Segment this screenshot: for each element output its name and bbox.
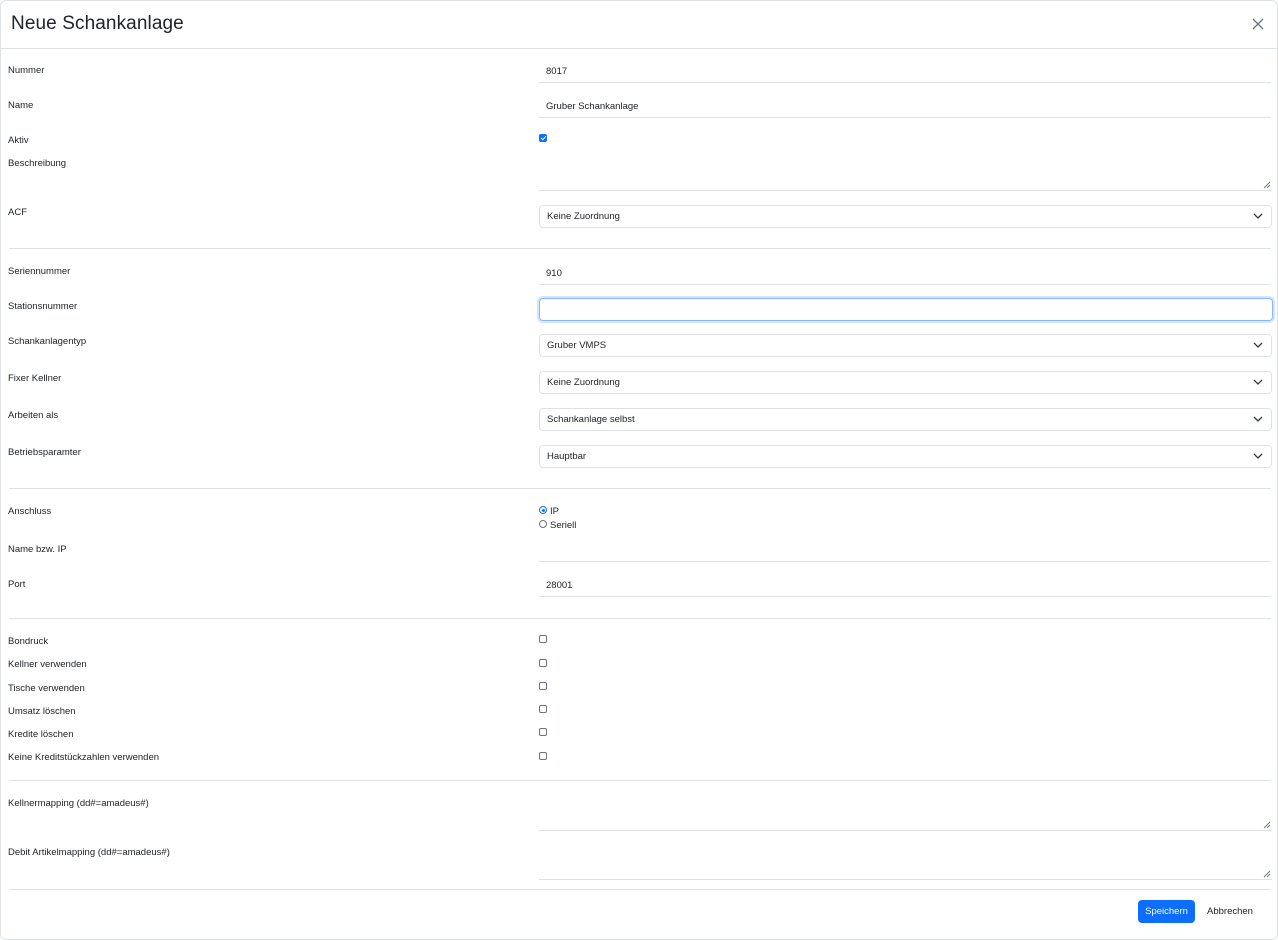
port-label: Port bbox=[8, 579, 26, 590]
bondruck-checkbox[interactable] bbox=[539, 635, 547, 643]
betriebsparamter-select-value: Hauptbar bbox=[547, 451, 587, 462]
tische-verwenden-checkbox[interactable] bbox=[539, 682, 547, 690]
acf-select-value: Keine Zuordnung bbox=[547, 211, 620, 222]
resize-grip-icon[interactable] bbox=[1262, 820, 1271, 829]
section-divider bbox=[9, 618, 1271, 619]
kellnermapping-textarea[interactable] bbox=[539, 797, 1272, 831]
schankanlagentyp-select[interactable]: Gruber VMPS bbox=[539, 334, 1272, 357]
betriebsparamter-select[interactable]: Hauptbar bbox=[539, 445, 1272, 468]
name-ip-label: Name bzw. IP bbox=[8, 544, 67, 555]
arbeiten-als-select-value: Schankanlage selbst bbox=[547, 414, 635, 425]
arbeiten-als-label: Arbeiten als bbox=[8, 410, 59, 421]
fixer-kellner-label: Fixer Kellner bbox=[8, 373, 62, 384]
kellner-verwenden-label: Kellner verwenden bbox=[8, 659, 87, 670]
acf-select[interactable]: Keine Zuordnung bbox=[539, 205, 1272, 228]
section-divider bbox=[9, 780, 1271, 781]
schankanlagentyp-label: Schankanlagentyp bbox=[8, 336, 87, 347]
anschluss-ip-label[interactable]: IP bbox=[550, 506, 559, 517]
dialog-header: Neue Schankanlage bbox=[1, 1, 1277, 49]
dialog-title: Neue Schankanlage bbox=[11, 13, 184, 34]
arbeiten-als-select[interactable]: Schankanlage selbst bbox=[539, 408, 1272, 431]
chevron-down-icon bbox=[1253, 416, 1263, 422]
keine-kreditstueckzahlen-label: Keine Kreditstückzahlen verwenden bbox=[8, 752, 160, 763]
chevron-down-icon bbox=[1253, 379, 1263, 385]
anschluss-label: Anschluss bbox=[8, 506, 52, 517]
seriennummer-input[interactable]: 910 bbox=[539, 262, 1271, 285]
cancel-button[interactable]: Abbrechen bbox=[1201, 900, 1259, 923]
chevron-down-icon bbox=[1253, 342, 1263, 348]
kredite-loeschen-label: Kredite löschen bbox=[8, 729, 74, 740]
save-button[interactable]: Speichern bbox=[1138, 900, 1195, 923]
tische-verwenden-label: Tische verwenden bbox=[8, 683, 85, 694]
acf-label: ACF bbox=[8, 207, 27, 218]
section-divider bbox=[9, 488, 1271, 489]
kredite-loeschen-checkbox[interactable] bbox=[539, 728, 547, 736]
anschluss-seriell-radio[interactable] bbox=[539, 520, 547, 528]
stationsnummer-label: Stationsnummer bbox=[8, 301, 78, 312]
name-input[interactable]: Gruber Schankanlage bbox=[539, 95, 1271, 118]
keine-kreditstueckzahlen-checkbox[interactable] bbox=[539, 752, 547, 760]
port-input[interactable]: 28001 bbox=[539, 574, 1271, 597]
aktiv-label: Aktiv bbox=[8, 135, 29, 146]
resize-grip-icon[interactable] bbox=[1262, 180, 1271, 189]
anschluss-ip-radio[interactable] bbox=[539, 506, 547, 514]
kellnermapping-label: Kellnermapping (dd#=amadeus#) bbox=[8, 798, 149, 809]
name-label: Name bbox=[8, 100, 34, 111]
beschreibung-textarea[interactable] bbox=[539, 157, 1272, 191]
new-tap-system-dialog: Neue Schankanlage Nummer 8017 Name Grube… bbox=[0, 0, 1278, 940]
debit-artikelmapping-textarea[interactable] bbox=[539, 846, 1272, 880]
debit-artikelmapping-label: Debit Artikelmapping (dd#=amadeus#) bbox=[8, 847, 170, 858]
stationsnummer-input[interactable] bbox=[539, 298, 1273, 321]
resize-grip-icon[interactable] bbox=[1262, 869, 1271, 878]
bondruck-label: Bondruck bbox=[8, 636, 49, 647]
nummer-input[interactable]: 8017 bbox=[539, 60, 1271, 83]
umsatz-loeschen-label: Umsatz löschen bbox=[8, 706, 76, 717]
beschreibung-label: Beschreibung bbox=[8, 158, 67, 169]
anschluss-seriell-label[interactable]: Seriell bbox=[550, 520, 576, 531]
aktiv-checkbox[interactable] bbox=[539, 134, 547, 142]
chevron-down-icon bbox=[1253, 213, 1263, 219]
section-divider bbox=[9, 248, 1271, 249]
close-icon bbox=[1252, 18, 1264, 30]
betriebsparamter-label: Betriebsparamter bbox=[8, 447, 81, 458]
umsatz-loeschen-checkbox[interactable] bbox=[539, 705, 547, 713]
seriennummer-label: Seriennummer bbox=[8, 266, 71, 277]
chevron-down-icon bbox=[1253, 453, 1263, 459]
fixer-kellner-select[interactable]: Keine Zuordnung bbox=[539, 371, 1272, 394]
footer-divider bbox=[9, 889, 1271, 890]
fixer-kellner-select-value: Keine Zuordnung bbox=[547, 377, 620, 388]
schankanlagentyp-select-value: Gruber VMPS bbox=[547, 340, 607, 351]
name-ip-input[interactable] bbox=[539, 539, 1271, 562]
kellner-verwenden-checkbox[interactable] bbox=[539, 659, 547, 667]
nummer-label: Nummer bbox=[8, 65, 45, 76]
close-button[interactable] bbox=[1251, 17, 1265, 31]
